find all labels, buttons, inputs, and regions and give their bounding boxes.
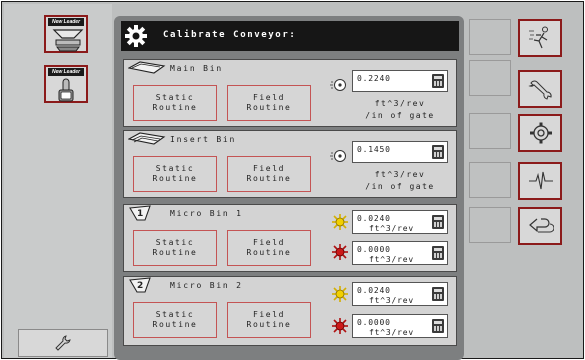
bin-micro-1: 1 Micro Bin 1 Static Routine Field Routine… — [123, 204, 457, 272]
bin-name: Micro Bin 1 — [170, 209, 243, 218]
static-routine-button[interactable]: Static Routine — [133, 156, 217, 192]
bin-insert: Insert Bin Static Routine Field Routine 0.… — [123, 130, 457, 198]
calculator-icon[interactable] — [432, 145, 444, 159]
unit-label: ft^3/rev/in of gate — [365, 170, 435, 191]
gear-icon — [125, 25, 147, 47]
field-routine-button[interactable]: Field Routine — [227, 302, 311, 338]
operator-run-icon — [529, 26, 548, 49]
yellow-spinner-icon — [332, 214, 348, 230]
wrench-icon — [55, 335, 71, 351]
calculator-icon[interactable] — [432, 215, 444, 229]
svg-text:2: 2 — [137, 281, 143, 291]
settings-tool-button[interactable] — [18, 329, 108, 357]
back-arrow-icon — [529, 218, 554, 233]
spreader-icon — [52, 29, 84, 52]
brand-logo: New Leader — [48, 68, 84, 76]
calculator-icon[interactable] — [432, 319, 444, 333]
calibration-value-field[interactable]: 0.0000 ft^3/rev — [352, 241, 448, 265]
title-bar: Calibrate Conveyor: — [121, 21, 459, 51]
pulse-waveform-icon — [529, 171, 553, 190]
wrench-icon — [528, 80, 552, 100]
micro-bin-2-icon: 2 — [129, 277, 151, 293]
bin-name: Insert Bin — [170, 135, 237, 144]
field-routine-button[interactable]: Field Routine — [227, 85, 311, 121]
settings-button[interactable] — [518, 114, 562, 152]
speed-gauge-icon — [330, 150, 346, 162]
page-title: Calibrate Conveyor: — [163, 30, 297, 40]
calibration-value-field[interactable]: 0.1450 — [352, 141, 448, 163]
calibration-value-field[interactable]: 0.2240 — [352, 70, 448, 92]
back-button[interactable] — [518, 207, 562, 245]
svg-text:1: 1 — [137, 209, 143, 219]
left-pane — [4, 4, 112, 358]
empty-softkey — [469, 162, 511, 198]
diagnostics-button[interactable] — [518, 162, 562, 200]
bin-name: Main Bin — [170, 64, 223, 73]
bin-micro-2: 2 Micro Bin 2 Static Routine Field Routine… — [123, 276, 457, 346]
empty-softkey — [469, 207, 511, 243]
brand-logo: New Leader — [48, 18, 84, 26]
empty-softkey — [469, 19, 511, 55]
bin-main: Main Bin Static Routine Field Routine 0.22… — [123, 59, 457, 127]
calibration-value-field[interactable]: 0.0240 ft^3/rev — [352, 282, 448, 306]
calculator-icon[interactable] — [432, 287, 444, 301]
static-routine-button[interactable]: Static Routine — [133, 230, 217, 266]
static-routine-button[interactable]: Static Routine — [133, 302, 217, 338]
calibration-value-field[interactable]: 0.0240 ft^3/rev — [352, 210, 448, 234]
terminal-frame: New Leader New Leader Calibrate Conveyor… — [1, 1, 584, 360]
tools-button[interactable] — [518, 70, 562, 108]
empty-softkey — [469, 60, 511, 96]
bin-name: Micro Bin 2 — [170, 281, 243, 290]
calibrate-conveyor-panel: Calibrate Conveyor: Main Bin Static Routi… — [114, 16, 464, 360]
field-routine-button[interactable]: Field Routine — [227, 156, 311, 192]
operator-button[interactable] — [518, 19, 562, 57]
unit-label: ft^3/rev/in of gate — [365, 99, 435, 120]
conveyor-bin-icon — [128, 61, 166, 74]
empty-softkey — [469, 113, 511, 149]
static-routine-button[interactable]: Static Routine — [133, 85, 217, 121]
gear-icon — [530, 122, 552, 144]
red-spinner-icon — [332, 244, 348, 260]
tab-joystick[interactable]: New Leader — [44, 65, 88, 103]
calibration-value-field[interactable]: 0.0000 ft^3/rev — [352, 314, 448, 338]
calculator-icon[interactable] — [432, 246, 444, 260]
calculator-icon[interactable] — [432, 74, 444, 88]
conveyor-bin-icon — [128, 132, 166, 145]
micro-bin-1-icon: 1 — [129, 205, 151, 221]
joystick-icon — [58, 78, 74, 102]
yellow-spinner-icon — [332, 286, 348, 302]
tab-spreader[interactable]: New Leader — [44, 15, 88, 53]
field-routine-button[interactable]: Field Routine — [227, 230, 311, 266]
red-spinner-icon — [332, 318, 348, 334]
speed-gauge-icon — [330, 79, 346, 91]
